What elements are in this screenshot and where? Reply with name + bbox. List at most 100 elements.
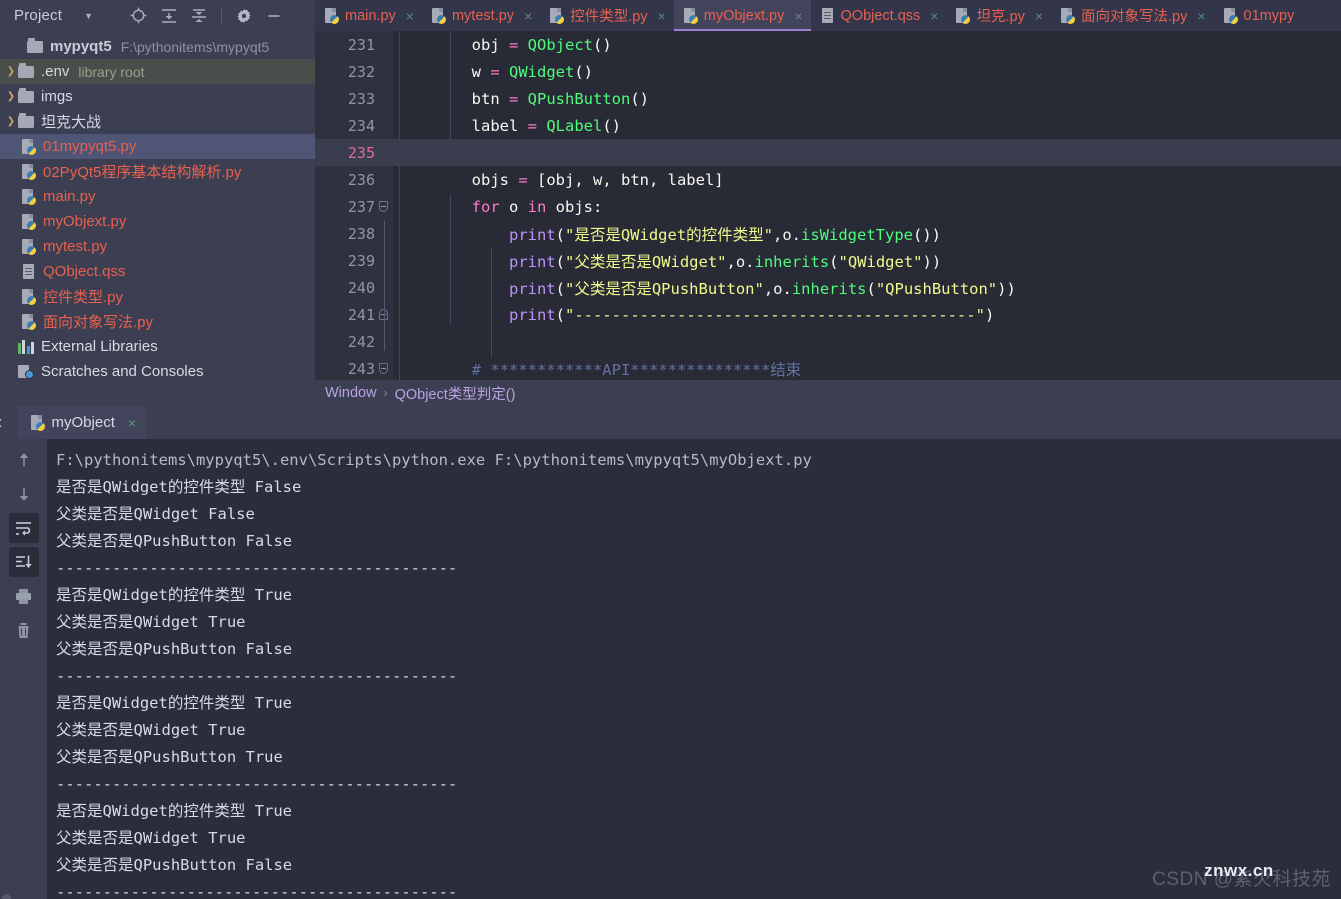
breadcrumb-separator: › <box>383 386 388 400</box>
fold-column[interactable] <box>375 355 393 382</box>
scrollbar-thumb[interactable] <box>2 894 11 899</box>
fold-column[interactable] <box>375 112 393 139</box>
project-tree[interactable]: mypyqt5 F:\pythonitems\mypyqt5 ❯ .env librar… <box>0 31 315 406</box>
editor-tab[interactable]: 01mypy <box>1214 0 1303 31</box>
editor-tab-label: 坦克.py <box>976 9 1025 25</box>
close-icon[interactable]: × <box>406 8 414 24</box>
code-line[interactable]: 236 objs = [obj, w, btn, label] <box>315 166 1341 193</box>
code-line[interactable]: 242 <box>315 328 1341 355</box>
code-editor[interactable]: 231 obj = QObject() 232 w = QWidget() 233 … <box>315 31 1341 380</box>
code-text: w = QWidget() <box>397 62 594 81</box>
run-tab-label: myObject <box>51 414 115 431</box>
breadcrumb-item-method[interactable]: QObject类型判定() <box>395 383 516 404</box>
close-icon[interactable]: × <box>128 415 136 431</box>
editor-tab[interactable]: 面向对象写法.py × <box>1051 0 1214 31</box>
gear-icon[interactable] <box>236 8 252 24</box>
collapse-to-top-icon[interactable] <box>161 8 177 24</box>
code-line[interactable]: 240 print("父类是否是QPushButton",o.inherits(… <box>315 274 1341 301</box>
tree-row[interactable]: myObjext.py <box>0 209 315 234</box>
tree-row[interactable]: 面向对象写法.py <box>0 309 315 334</box>
editor-tab[interactable]: QObject.qss × <box>811 0 947 31</box>
code-line[interactable]: 233 btn = QPushButton() <box>315 85 1341 112</box>
fold-marker-icon[interactable] <box>379 201 388 212</box>
tree-row[interactable]: main.py <box>0 184 315 209</box>
fold-connector <box>384 221 385 351</box>
tree-row[interactable]: Scratches and Consoles <box>0 359 315 384</box>
tree-row[interactable]: mytest.py <box>0 234 315 259</box>
code-text: obj = QObject() <box>397 35 612 54</box>
breadcrumb[interactable]: Window › QObject类型判定() <box>315 380 1341 406</box>
console-command-line: F:\pythonitems\mypyqt5\.env\Scripts\pyth… <box>56 451 812 469</box>
line-number: 239 <box>347 251 375 270</box>
tree-row[interactable]: External Libraries <box>0 334 315 359</box>
run-tab-myobject[interactable]: myObject × <box>16 406 147 439</box>
code-line[interactable]: 238 print("是否是QWidget的控件类型",o.isWidgetTy… <box>315 220 1341 247</box>
chevron-right-icon[interactable]: ❯ <box>4 116 18 127</box>
run-panel-scrollbar[interactable] <box>0 439 47 899</box>
code-line[interactable]: 239 print("父类是否是QWidget",o.inherits("QWi… <box>315 247 1341 274</box>
minimize-icon[interactable] <box>266 8 282 24</box>
tree-row-label: mypyqt5 <box>50 38 112 55</box>
fold-column[interactable] <box>375 166 393 193</box>
tree-row[interactable]: ❯ imgs <box>0 84 315 109</box>
tree-row-label: .env <box>41 63 70 80</box>
close-icon[interactable]: × <box>930 8 938 24</box>
run-tab-row: n: myObject × <box>0 406 1341 439</box>
close-icon[interactable]: × <box>794 8 802 24</box>
tree-row[interactable]: 控件类型.py <box>0 284 315 309</box>
editor-lines[interactable]: 231 obj = QObject() 232 w = QWidget() 233 … <box>315 31 1341 380</box>
editor-tab[interactable]: 坦克.py × <box>946 0 1051 31</box>
close-icon[interactable]: × <box>1197 8 1205 24</box>
fold-column[interactable] <box>375 58 393 85</box>
locate-icon[interactable] <box>130 7 147 24</box>
tree-row[interactable]: ❯ .env library root <box>0 59 315 84</box>
close-icon[interactable]: × <box>658 8 666 24</box>
console-line-inherits-qwidget: 父类是否是QWidget True <box>56 829 246 847</box>
tree-row[interactable]: ❯ 坦克大战 <box>0 109 315 134</box>
fold-column[interactable] <box>375 139 393 166</box>
external-libraries-icon <box>18 339 34 354</box>
breadcrumb-item-window[interactable]: Window <box>325 385 377 401</box>
tree-row-label: main.py <box>43 188 96 205</box>
console-output[interactable]: F:\pythonitems\mypyqt5\.env\Scripts\pyth… <box>47 439 1341 899</box>
editor-tab[interactable]: main.py × <box>315 0 422 31</box>
line-number: 237 <box>347 197 375 216</box>
editor-tab[interactable]: 控件类型.py × <box>540 0 674 31</box>
python-file-icon <box>956 7 971 24</box>
folder-icon <box>18 112 34 128</box>
tree-row[interactable]: 01mypyqt5.py <box>0 134 315 159</box>
tree-row[interactable]: mypyqt5 F:\pythonitems\mypyqt5 <box>0 34 315 59</box>
python-file-icon <box>22 313 36 330</box>
fold-column[interactable] <box>375 193 393 220</box>
tree-row[interactable]: QObject.qss <box>0 259 315 284</box>
tree-row-label: 02PyQt5程序基本结构解析.py <box>43 164 242 181</box>
python-file-icon <box>22 213 36 230</box>
line-number: 236 <box>347 170 375 189</box>
console-line-iswidgettype: 是否是QWidget的控件类型 True <box>56 586 292 604</box>
project-panel-title[interactable]: Project <box>14 7 62 24</box>
close-icon[interactable]: × <box>1035 8 1043 24</box>
chevron-right-icon[interactable]: ❯ <box>4 91 18 102</box>
line-number: 233 <box>347 89 375 108</box>
python-file-icon <box>22 238 36 255</box>
code-line[interactable]: 231 obj = QObject() <box>315 31 1341 58</box>
code-line[interactable]: 241 print("-----------------------------… <box>315 301 1341 328</box>
chevron-right-icon[interactable]: ❯ <box>4 66 18 77</box>
code-text: print("父类是否是QPushButton",o.inherits("QPu… <box>508 279 1016 298</box>
tree-row[interactable]: 02PyQt5程序基本结构解析.py <box>0 159 315 184</box>
code-line[interactable]: 234 label = QLabel() <box>315 112 1341 139</box>
code-line[interactable]: 237 for o in objs: <box>315 193 1341 220</box>
code-line[interactable]: 243 # ************API***************结束 <box>315 355 1341 382</box>
collapse-all-icon[interactable] <box>191 8 207 24</box>
code-line[interactable]: 235 <box>315 139 1341 166</box>
editor-tab[interactable]: myObjext.py × <box>673 0 811 31</box>
close-icon[interactable]: × <box>524 8 532 24</box>
fold-marker-icon[interactable] <box>379 363 388 374</box>
chevron-down-icon[interactable]: ▼ <box>84 11 93 21</box>
editor-tab-strip[interactable]: main.py × mytest.py × 控件类型.py × myObjext.py × QO… <box>315 0 1341 31</box>
editor-tab[interactable]: mytest.py × <box>422 0 540 31</box>
fold-column[interactable] <box>375 31 393 58</box>
fold-column[interactable] <box>375 85 393 112</box>
python-file-icon <box>22 188 36 205</box>
code-line[interactable]: 232 w = QWidget() <box>315 58 1341 85</box>
